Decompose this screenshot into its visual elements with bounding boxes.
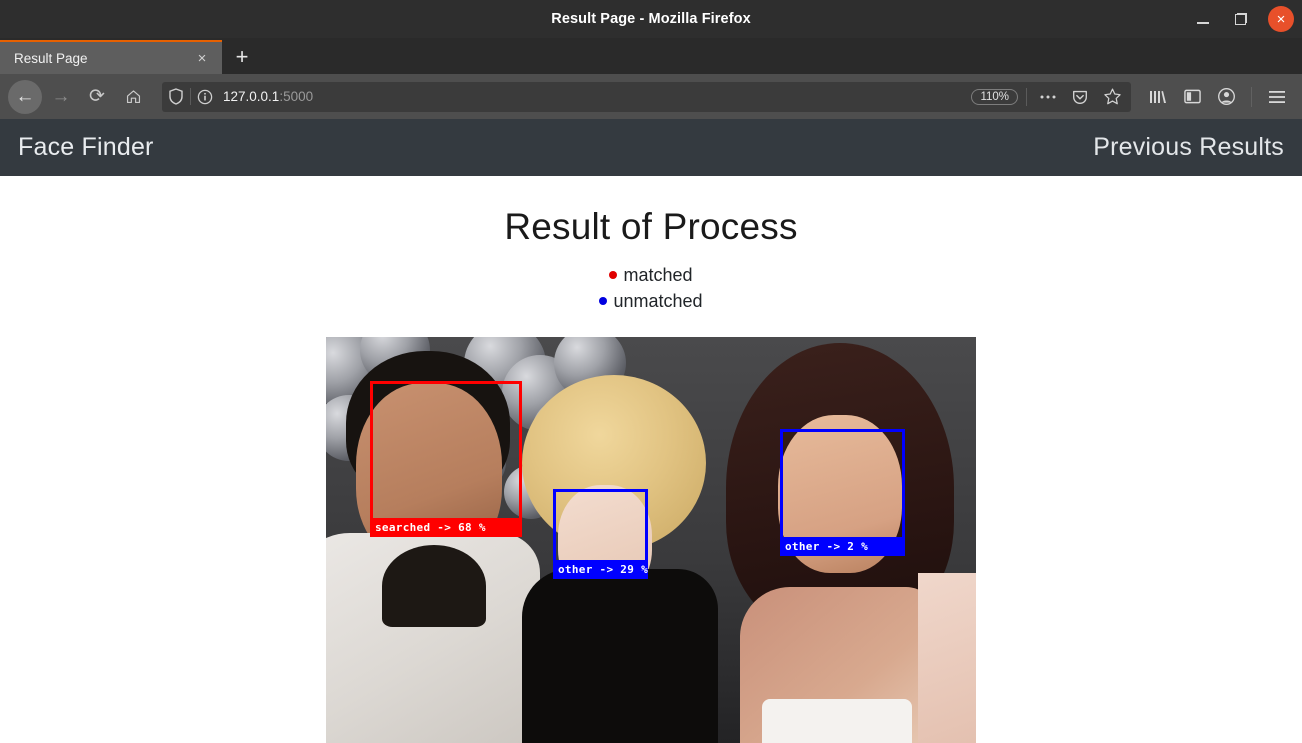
face-box-unmatched-child[interactable]: other -> 29 % (553, 489, 648, 579)
reload-icon: ⟳ (89, 86, 105, 107)
window-title: Result Page - Mozilla Firefox (551, 11, 751, 27)
bookmark-star-icon[interactable] (1099, 84, 1125, 110)
face-label-3: other -> 2 % (780, 537, 905, 556)
library-glyph (1150, 90, 1166, 103)
pocket-glyph (1073, 90, 1087, 104)
minimize-icon (1197, 22, 1209, 24)
zoom-level-badge[interactable]: 110% (971, 88, 1018, 105)
tab-close-icon[interactable]: × (192, 51, 212, 66)
hamburger-glyph (1269, 90, 1285, 103)
url-divider-2 (1026, 87, 1027, 106)
url-text[interactable]: 127.0.0.1:5000 (219, 89, 965, 104)
ellipsis-glyph (1040, 95, 1056, 98)
account-glyph (1217, 88, 1235, 105)
home-icon (126, 90, 140, 104)
brand-face-finder[interactable]: Face Finder (18, 133, 154, 162)
arrow-right-icon: → (51, 85, 71, 107)
result-photo-content: searched -> 68 % other -> 29 % other -> … (326, 337, 976, 743)
pocket-icon[interactable] (1067, 84, 1093, 110)
back-button[interactable]: ← (8, 79, 42, 114)
tab-result-page[interactable]: Result Page × (0, 40, 222, 74)
shield-icon[interactable] (168, 88, 184, 105)
person-right-blazer (918, 573, 976, 743)
legend-label-matched: matched (623, 265, 693, 285)
reload-button[interactable]: ⟳ (80, 80, 114, 114)
site-navbar: Face Finder Previous Results (0, 119, 1302, 176)
url-port: :5000 (279, 89, 314, 104)
close-button[interactable]: × (1268, 6, 1294, 32)
url-divider (190, 88, 191, 105)
tab-label: Result Page (14, 50, 88, 66)
plus-icon: + (235, 44, 249, 69)
legend: matched unmatched (0, 262, 1302, 314)
nav-link-previous-results[interactable]: Previous Results (1093, 133, 1284, 162)
person-right-top (762, 699, 912, 743)
page-viewport: Face Finder Previous Results Result of P… (0, 119, 1302, 743)
face-label-1: searched -> 68 % (370, 518, 522, 537)
person-left-beard (382, 545, 486, 627)
maximize-button[interactable] (1230, 8, 1252, 30)
legend-item-matched: matched (0, 262, 1302, 288)
person-center-body (522, 569, 718, 743)
tab-strip: Result Page × + (0, 38, 1302, 74)
window-titlebar: Result Page - Mozilla Firefox × (0, 0, 1302, 38)
page-title: Result of Process (504, 206, 798, 247)
window-controls: × (1192, 0, 1294, 38)
close-icon: × (1276, 10, 1286, 28)
toolbar-divider (1251, 86, 1252, 107)
info-icon[interactable] (197, 89, 213, 105)
face-box-matched[interactable]: searched -> 68 % (370, 381, 522, 537)
face-box-unmatched-woman[interactable]: other -> 2 % (780, 429, 905, 556)
home-button[interactable] (116, 80, 150, 114)
new-tab-button[interactable]: + (222, 40, 262, 74)
legend-dot-unmatched-icon (599, 297, 608, 305)
arrow-left-icon: ← (15, 85, 35, 107)
browser-toolbar: ← → ⟳ 127.0.0.1:5000 110% (0, 74, 1302, 119)
library-icon[interactable] (1143, 82, 1173, 112)
star-glyph (1103, 88, 1121, 105)
minimize-button[interactable] (1192, 8, 1214, 30)
face-label-2: other -> 29 % (553, 560, 648, 579)
forward-button[interactable]: → (44, 80, 78, 114)
url-host: 127.0.0.1 (223, 89, 280, 104)
firefox-window: Result Page - Mozilla Firefox × Result P… (0, 0, 1302, 743)
sidebar-glyph (1183, 89, 1201, 104)
menu-icon[interactable] (1262, 82, 1292, 112)
legend-label-unmatched: unmatched (613, 291, 703, 311)
url-bar[interactable]: 127.0.0.1:5000 110% (162, 81, 1131, 112)
ellipsis-icon[interactable] (1035, 84, 1061, 110)
result-image: searched -> 68 % other -> 29 % other -> … (326, 337, 976, 743)
sidebar-icon[interactable] (1177, 82, 1207, 112)
toolbar-right-icons (1143, 82, 1294, 112)
account-icon[interactable] (1211, 82, 1241, 112)
maximize-icon (1235, 13, 1247, 25)
legend-item-unmatched: unmatched (0, 288, 1302, 314)
legend-dot-matched-icon (609, 271, 618, 279)
